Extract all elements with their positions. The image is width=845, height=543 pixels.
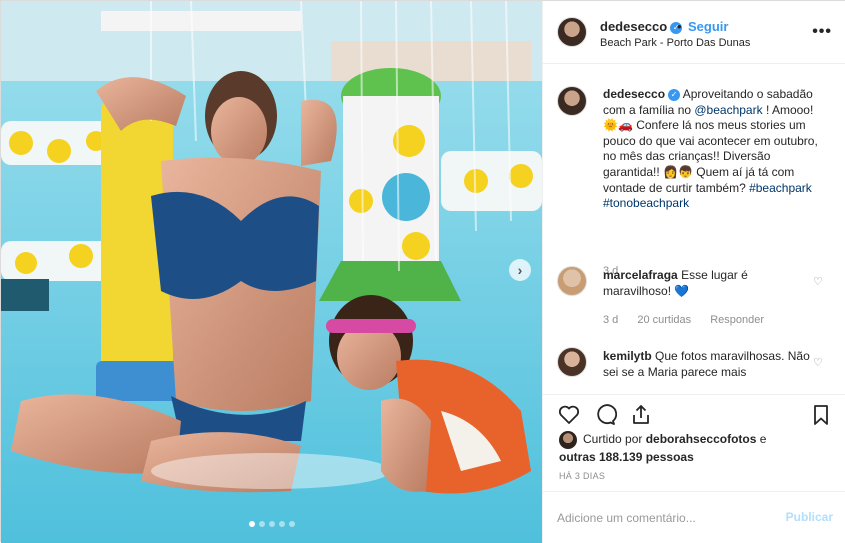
comment-text: marcelafraga Esse lugar é maravilhoso! 💙 [603, 268, 819, 299]
comment-likes[interactable]: 20 curtidas [637, 314, 691, 326]
share-upload-icon[interactable] [629, 403, 653, 427]
liked-by-summary: Curtido por deborahseccofotos e outras 1… [559, 431, 839, 465]
hashtag-link[interactable]: #tonobeachpark [603, 196, 689, 210]
like-comment-heart-icon[interactable]: ♡ [813, 356, 823, 369]
carousel-dot [288, 521, 295, 527]
add-comment-bar: Publicar [543, 491, 845, 543]
save-bookmark-icon[interactable] [809, 403, 833, 427]
comment-meta: 3 d 20 curtidas Responder [603, 314, 780, 326]
carousel-dot [248, 521, 255, 527]
liker-avatar[interactable] [559, 431, 577, 449]
post-photo[interactable]: › [1, 1, 542, 543]
comment-bubble-icon[interactable] [593, 403, 617, 427]
post-date[interactable]: HÁ 3 DIAS [559, 471, 605, 481]
post-actions [543, 394, 845, 432]
reply-button[interactable]: Responder [710, 314, 764, 326]
post-modal: › dedesecco ✓ • Seguir Beach Park - Porto… [0, 0, 845, 543]
comment-time[interactable]: 3 d [603, 314, 618, 326]
like-comment-heart-icon[interactable]: ♡ [813, 275, 823, 288]
caption-text: dedesecco ✓ Aproveitando o sabadão com a … [603, 87, 819, 212]
carousel-dot [278, 521, 285, 527]
commenter-username[interactable]: kemilytb [603, 349, 652, 363]
commenter-avatar[interactable] [557, 266, 587, 296]
verified-badge-icon: ✓ [668, 88, 681, 101]
caption-mention-link[interactable]: @beachpark [694, 103, 762, 117]
author-avatar[interactable] [557, 17, 587, 47]
author-username[interactable]: dedesecco ✓ [600, 19, 683, 34]
post-header: dedesecco ✓ • Seguir Beach Park - Porto D… [543, 1, 845, 64]
comments-list[interactable]: dedesecco ✓ Aproveitando o sabadão com a … [543, 64, 845, 394]
chevron-right-icon: › [517, 262, 523, 278]
next-photo-button[interactable]: › [509, 259, 531, 281]
add-comment-input[interactable] [557, 508, 767, 528]
liked-by-middle: e [756, 432, 767, 447]
pool-scene-illustration [1, 1, 542, 543]
commenter-username[interactable]: marcelafraga [603, 268, 678, 282]
comment-text: kemilytb Que fotos maravilhosas. Não sei… [603, 349, 819, 380]
liked-by-prefix: Curtido por [583, 432, 646, 447]
publish-button[interactable]: Publicar [786, 510, 833, 524]
more-options-icon[interactable]: ••• [812, 23, 832, 41]
carousel-dots [1, 521, 542, 527]
author-username-text[interactable]: dedesecco [600, 19, 667, 34]
caption-avatar[interactable] [557, 86, 587, 116]
commenter-avatar[interactable] [557, 347, 587, 377]
post-location[interactable]: Beach Park - Porto Das Dunas [600, 37, 750, 49]
like-heart-icon[interactable] [557, 403, 581, 427]
caption-username[interactable]: dedesecco [603, 87, 665, 101]
liked-by-user[interactable]: deborahseccofotos [646, 432, 757, 446]
liked-by-others[interactable]: outras 188.139 pessoas [559, 450, 694, 464]
carousel-dot [268, 521, 275, 527]
header-separator: • [677, 19, 682, 34]
follow-button[interactable]: Seguir [688, 19, 728, 34]
carousel-dot [258, 521, 265, 527]
post-side-panel: dedesecco ✓ • Seguir Beach Park - Porto D… [542, 1, 845, 543]
hashtag-link[interactable]: #beachpark [749, 181, 812, 195]
